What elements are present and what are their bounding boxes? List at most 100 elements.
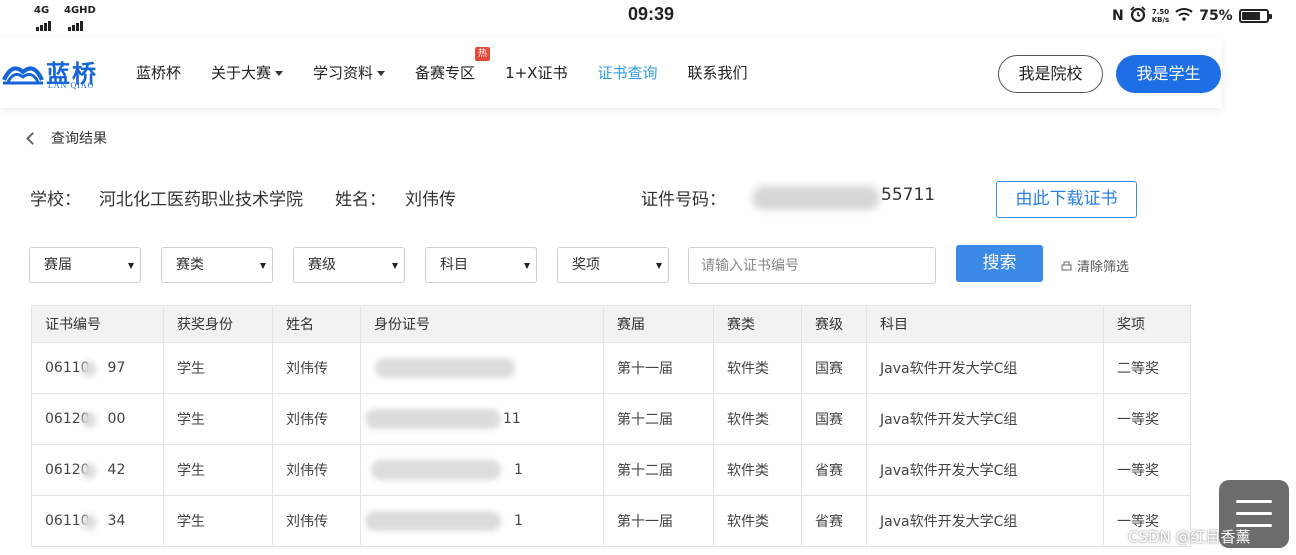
brand-sub: LAN QIAO bbox=[48, 81, 95, 90]
award-select[interactable]: 奖项 bbox=[557, 247, 669, 283]
redacted-id-number bbox=[371, 460, 501, 480]
redacted-id-number bbox=[365, 409, 501, 429]
back-arrow-icon[interactable] bbox=[26, 132, 39, 145]
header-name: 姓名 bbox=[272, 305, 361, 343]
subject-cell: Java软件开发大学C组 bbox=[866, 342, 1104, 394]
alarm-icon bbox=[1130, 6, 1146, 26]
category-cell: 软件类 bbox=[713, 342, 802, 394]
nav-item-about[interactable]: 关于大赛 bbox=[211, 62, 284, 83]
id-cell: 1 bbox=[360, 495, 604, 547]
signal-icon bbox=[68, 12, 84, 31]
nav-item-cert-query[interactable]: 证书查询 bbox=[597, 62, 657, 83]
table-row: 06120 42 学生 刘伟传 1 第十二届 软件类 省赛 Java软件开发大学C… bbox=[31, 444, 1191, 496]
nav-item-prep[interactable]: 备赛专区热 bbox=[415, 47, 491, 83]
subject-select[interactable]: 科目 bbox=[425, 247, 537, 283]
role-cell: 学生 bbox=[163, 495, 273, 547]
main-nav: 蓝桥杯 关于大赛 学习资料 备赛专区热 1+X证书 证书查询 联系我们 bbox=[136, 47, 777, 83]
role-cell: 学生 bbox=[163, 444, 273, 496]
id-label: 证件号码： bbox=[641, 190, 726, 210]
redacted-id-number bbox=[365, 511, 501, 531]
battery-icon bbox=[1238, 9, 1272, 23]
nav-item-contact[interactable]: 联系我们 bbox=[687, 62, 747, 83]
battery-level bbox=[1241, 12, 1260, 20]
nav-item-materials[interactable]: 学习资料 bbox=[313, 62, 386, 83]
download-certificate-button[interactable]: 由此下载证书 bbox=[996, 181, 1137, 218]
chevron-down-icon bbox=[275, 71, 284, 76]
redacted-digits bbox=[82, 463, 96, 479]
id-tail: 55711 bbox=[881, 185, 936, 205]
watermark: CSDN @红目香薰 bbox=[1128, 528, 1251, 546]
name-label: 姓名： bbox=[335, 190, 386, 210]
clear-filter-label: 清除筛选 bbox=[1077, 260, 1130, 275]
navbar: 蓝桥 LAN QIAO 蓝桥杯 关于大赛 学习资料 备赛专区热 1+X证书 证书… bbox=[0, 38, 1222, 108]
status-right: N 7.50 KB/s 75% bbox=[1112, 5, 1272, 27]
cert-no-cell: 06120 42 bbox=[31, 444, 164, 496]
level-cell: 省赛 bbox=[801, 444, 867, 496]
category-cell: 软件类 bbox=[713, 393, 802, 445]
header-subject: 科目 bbox=[866, 305, 1104, 343]
subject-cell: Java软件开发大学C组 bbox=[866, 495, 1104, 547]
table-row: 06110 97 学生 刘伟传 第十一届 软件类 国赛 Java软件开发大学C组 … bbox=[31, 342, 1191, 394]
header-award: 奖项 bbox=[1103, 305, 1191, 343]
clock: 09:39 bbox=[628, 4, 675, 24]
header-cert-no: 证书编号 bbox=[31, 305, 164, 343]
battery-percent: 75% bbox=[1199, 8, 1233, 24]
table-row: 06120 00 学生 刘伟传 11 第十二届 软件类 国赛 Java软件开发大学… bbox=[31, 393, 1191, 445]
award-cell: 一等奖 bbox=[1103, 444, 1191, 496]
cert-no-cell: 06120 00 bbox=[31, 393, 164, 445]
header-session: 赛届 bbox=[603, 305, 714, 343]
level-cell: 国赛 bbox=[801, 342, 867, 394]
level-select[interactable]: 赛级 bbox=[293, 247, 405, 283]
hot-badge: 热 bbox=[475, 47, 491, 61]
student-login-button[interactable]: 我是学生 bbox=[1116, 55, 1221, 93]
dropdown-arrow-icon bbox=[392, 263, 398, 269]
school-login-button[interactable]: 我是院校 bbox=[998, 55, 1103, 93]
bridge-logo-icon bbox=[2, 66, 44, 85]
redacted-digits bbox=[82, 361, 96, 377]
school-label: 学校： bbox=[30, 190, 81, 210]
session-cell: 第十一届 bbox=[603, 495, 714, 547]
session-cell: 第十二届 bbox=[603, 393, 714, 445]
clear-filter-button[interactable]: 清除筛选 bbox=[1061, 256, 1129, 275]
school-value: 河北化工医药职业技术学院 bbox=[99, 190, 303, 210]
subject-cell: Java软件开发大学C组 bbox=[866, 444, 1104, 496]
breadcrumb: 查询结果 bbox=[26, 128, 107, 148]
cert-no-cell: 06110 34 bbox=[31, 495, 164, 547]
menu-line bbox=[1236, 512, 1272, 515]
name-cell: 刘伟传 bbox=[272, 495, 361, 547]
name-cell: 刘伟传 bbox=[272, 342, 361, 394]
dropdown-arrow-icon bbox=[128, 263, 134, 269]
net-speed: 7.50 KB/s bbox=[1151, 8, 1170, 24]
table-row: 06110 34 学生 刘伟传 1 第十一届 软件类 省赛 Java软件开发大学C… bbox=[31, 495, 1191, 547]
results-table: 证书编号 获奖身份 姓名 身份证号 赛届 赛类 赛级 科目 奖项 06110 97… bbox=[31, 305, 1191, 547]
redacted-digits bbox=[82, 412, 96, 428]
redacted-id bbox=[752, 186, 880, 210]
id-cell: 1 bbox=[360, 444, 604, 496]
nfc-icon: N bbox=[1112, 8, 1124, 24]
name-cell: 刘伟传 bbox=[272, 444, 361, 496]
nav-item-lanqiao-cup[interactable]: 蓝桥杯 bbox=[136, 62, 181, 83]
page: 4G 4GHD 09:39 N 7.50 KB/s 75% 蓝桥 LAN QIA… bbox=[0, 0, 1296, 555]
role-cell: 学生 bbox=[163, 342, 273, 394]
signal-icon bbox=[36, 12, 52, 31]
dropdown-arrow-icon bbox=[260, 263, 266, 269]
role-cell: 学生 bbox=[163, 393, 273, 445]
chevron-down-icon bbox=[377, 71, 386, 76]
wifi-icon bbox=[1175, 7, 1193, 25]
search-button[interactable]: 搜索 bbox=[956, 245, 1043, 282]
subject-cell: Java软件开发大学C组 bbox=[866, 393, 1104, 445]
header-id-no: 身份证号 bbox=[360, 305, 604, 343]
nav-item-1x-cert[interactable]: 1+X证书 bbox=[505, 62, 567, 83]
certificate-number-input[interactable] bbox=[688, 247, 936, 284]
redacted-id-number bbox=[375, 358, 515, 378]
header-level: 赛级 bbox=[801, 305, 867, 343]
level-cell: 国赛 bbox=[801, 393, 867, 445]
menu-line bbox=[1236, 500, 1272, 503]
breadcrumb-label: 查询结果 bbox=[51, 131, 107, 147]
category-select[interactable]: 赛类 bbox=[161, 247, 273, 283]
dropdown-arrow-icon bbox=[524, 263, 530, 269]
header-category: 赛类 bbox=[713, 305, 802, 343]
award-cell: 一等奖 bbox=[1103, 393, 1191, 445]
session-select[interactable]: 赛届 bbox=[29, 247, 141, 283]
lanqiao-logo[interactable]: 蓝桥 LAN QIAO bbox=[2, 56, 106, 92]
